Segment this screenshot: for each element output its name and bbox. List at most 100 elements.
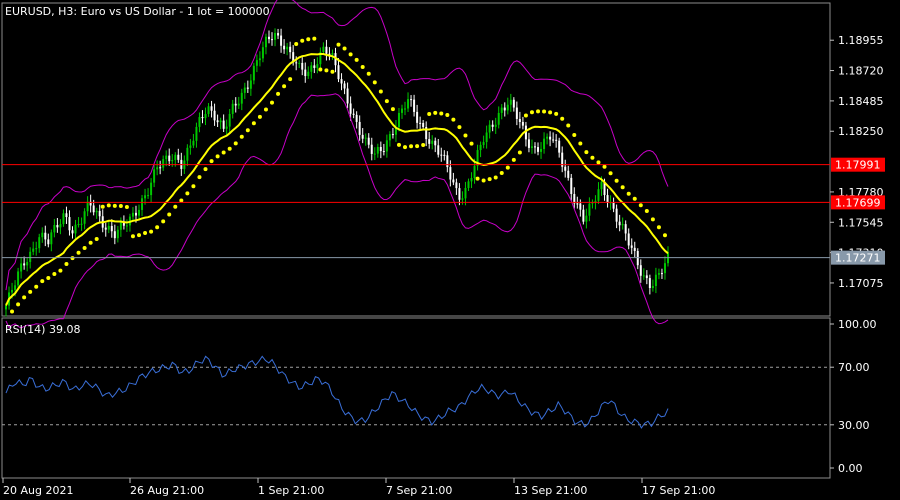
bull-candle [17, 271, 20, 286]
price-tick-label: 1.18955 [838, 34, 884, 47]
parabolic-sar-dot [662, 233, 667, 238]
trading-chart[interactable]: 1.189551.187201.184851.182501.177801.175… [0, 0, 900, 500]
bear-candle [624, 224, 627, 234]
bear-candle [177, 154, 180, 160]
bull-candle [373, 153, 376, 155]
bear-candle [633, 247, 636, 251]
parabolic-sar-dot [372, 80, 377, 85]
bull-candle [77, 224, 80, 226]
bull-candle [509, 99, 512, 105]
main-pane[interactable] [2, 0, 830, 329]
parabolic-sar-dot [288, 77, 293, 82]
bear-candle [446, 155, 449, 168]
parabolic-sar-dot [548, 110, 553, 115]
bear-candle [370, 144, 373, 154]
parabolic-sar-dot [481, 178, 486, 183]
price-tag-label: 1.17271 [835, 252, 881, 265]
bear-candle [246, 87, 249, 89]
parabolic-sar-dot [378, 89, 383, 94]
bull-candle [162, 159, 165, 168]
bear-candle [98, 210, 101, 217]
bull-candle [488, 124, 491, 133]
parabolic-sar-dot [596, 160, 601, 165]
bull-candle [388, 134, 391, 141]
bull-candle [597, 189, 600, 201]
bull-candle [174, 154, 177, 160]
bear-candle [23, 263, 26, 266]
parabolic-sar-dot [282, 84, 287, 89]
bear-candle [301, 62, 304, 70]
parabolic-sar-dot [354, 57, 359, 62]
parabolic-sar-dot [118, 203, 123, 208]
bull-candle [156, 167, 159, 170]
bull-candle [588, 203, 591, 216]
parabolic-sar-dot [578, 141, 583, 146]
bull-candle [50, 232, 53, 245]
parabolic-sar-dot [124, 205, 129, 210]
symbol-title: EURUSD, H3: Euro vs US Dollar - 1 lot = … [5, 5, 270, 18]
bull-candle [119, 222, 122, 230]
bear-candle [325, 46, 328, 54]
parabolic-sar-dot [191, 184, 196, 189]
bull-candle [485, 132, 488, 143]
bear-candle [222, 120, 225, 129]
bull-candle [86, 201, 89, 212]
bull-candle [249, 80, 252, 89]
bear-candle [639, 265, 642, 276]
parabolic-sar-dot [143, 231, 148, 236]
parabolic-sar-dot [239, 134, 244, 139]
parabolic-sar-dot [366, 71, 371, 76]
parabolic-sar-dot [34, 284, 39, 289]
bear-candle [660, 273, 663, 275]
parabolic-sar-dot [360, 64, 365, 69]
parabolic-sar-dot [40, 279, 45, 284]
parabolic-sar-dot [263, 107, 268, 112]
bull-candle [497, 112, 500, 125]
bull-candle [255, 60, 258, 66]
parabolic-sar-dot [173, 204, 178, 209]
bear-candle [503, 107, 506, 111]
rsi-pane-frame [1, 317, 831, 479]
parabolic-sar-dot [209, 159, 214, 164]
bull-candle [107, 225, 110, 230]
bull-candle [404, 108, 407, 110]
parabolic-sar-dot [312, 36, 317, 41]
bear-candle [521, 122, 524, 126]
bear-candle [422, 123, 425, 128]
bull-candle [125, 225, 128, 227]
parabolic-sar-dot [650, 217, 655, 222]
bear-candle [201, 117, 204, 119]
bear-candle [213, 110, 216, 121]
parabolic-sar-dot [620, 185, 625, 190]
parabolic-sar-dot [433, 110, 438, 115]
rsi-pane[interactable] [2, 355, 830, 429]
parabolic-sar-dot [112, 203, 117, 208]
bear-candle [558, 140, 561, 153]
parabolic-sar-dot [342, 46, 347, 51]
bull-candle [506, 104, 509, 111]
bull-candle [621, 224, 624, 226]
bull-candle [147, 195, 150, 197]
bull-candle [261, 47, 264, 59]
bull-candle [198, 117, 201, 127]
bull-candle [376, 146, 379, 154]
price-tick-label: 1.17545 [838, 216, 884, 229]
bull-candle [231, 103, 234, 114]
bear-candle [612, 202, 615, 209]
bear-candle [552, 139, 555, 141]
parabolic-sar-dot [167, 212, 172, 217]
bull-candle [240, 92, 243, 104]
parabolic-sar-dot [348, 52, 353, 57]
bull-candle [431, 140, 434, 144]
bear-candle [379, 146, 382, 152]
bull-candle [150, 182, 153, 196]
bull-candle [654, 274, 657, 287]
bear-candle [361, 134, 364, 139]
rsi-tick-label: 70.00 [838, 361, 870, 374]
bear-candle [440, 154, 443, 156]
bear-candle [349, 103, 352, 114]
parabolic-sar-dot [197, 175, 202, 180]
parabolic-sar-dot [445, 113, 450, 118]
parabolic-sar-dot [457, 125, 462, 130]
bull-candle [165, 155, 168, 160]
